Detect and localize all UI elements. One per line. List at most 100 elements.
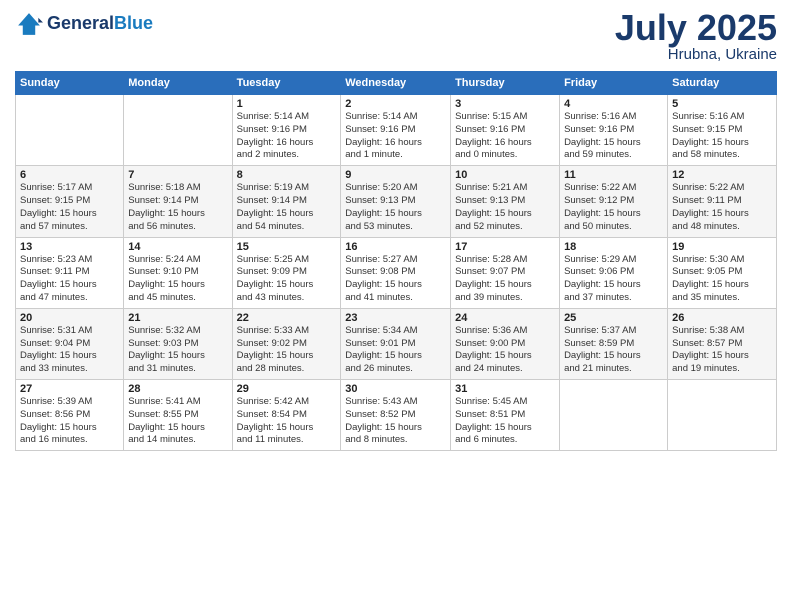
day-cell: 25Sunrise: 5:37 AM Sunset: 8:59 PM Dayli… [560,308,668,379]
day-detail: Sunrise: 5:45 AM Sunset: 8:51 PM Dayligh… [455,396,555,447]
day-detail: Sunrise: 5:25 AM Sunset: 9:09 PM Dayligh… [237,254,337,305]
day-number: 9 [345,169,446,181]
day-cell: 18Sunrise: 5:29 AM Sunset: 9:06 PM Dayli… [560,237,668,308]
day-detail: Sunrise: 5:18 AM Sunset: 9:14 PM Dayligh… [128,182,227,233]
day-number: 18 [564,241,663,253]
day-detail: Sunrise: 5:30 AM Sunset: 9:05 PM Dayligh… [672,254,772,305]
col-header-wednesday: Wednesday [341,72,451,95]
day-number: 12 [672,169,772,181]
day-number: 15 [237,241,337,253]
header: GeneralBlue July 2025 Hrubna, Ukraine [15,10,777,63]
day-detail: Sunrise: 5:23 AM Sunset: 9:11 PM Dayligh… [20,254,119,305]
logo-general: GeneralBlue [47,14,153,34]
day-cell: 1Sunrise: 5:14 AM Sunset: 9:16 PM Daylig… [232,95,341,166]
week-row-1: 1Sunrise: 5:14 AM Sunset: 9:16 PM Daylig… [16,95,777,166]
day-detail: Sunrise: 5:15 AM Sunset: 9:16 PM Dayligh… [455,111,555,162]
day-cell: 19Sunrise: 5:30 AM Sunset: 9:05 PM Dayli… [668,237,777,308]
day-detail: Sunrise: 5:37 AM Sunset: 8:59 PM Dayligh… [564,325,663,376]
day-cell: 29Sunrise: 5:42 AM Sunset: 8:54 PM Dayli… [232,380,341,451]
day-cell: 2Sunrise: 5:14 AM Sunset: 9:16 PM Daylig… [341,95,451,166]
day-detail: Sunrise: 5:33 AM Sunset: 9:02 PM Dayligh… [237,325,337,376]
day-number: 1 [237,98,337,110]
day-detail: Sunrise: 5:19 AM Sunset: 9:14 PM Dayligh… [237,182,337,233]
day-cell: 6Sunrise: 5:17 AM Sunset: 9:15 PM Daylig… [16,166,124,237]
day-number: 30 [345,383,446,395]
day-detail: Sunrise: 5:43 AM Sunset: 8:52 PM Dayligh… [345,396,446,447]
day-number: 28 [128,383,227,395]
day-cell: 24Sunrise: 5:36 AM Sunset: 9:00 PM Dayli… [451,308,560,379]
col-header-saturday: Saturday [668,72,777,95]
day-detail: Sunrise: 5:29 AM Sunset: 9:06 PM Dayligh… [564,254,663,305]
calendar-header: SundayMondayTuesdayWednesdayThursdayFrid… [16,72,777,95]
day-cell: 16Sunrise: 5:27 AM Sunset: 9:08 PM Dayli… [341,237,451,308]
day-number: 19 [672,241,772,253]
day-number: 20 [20,312,119,324]
day-detail: Sunrise: 5:22 AM Sunset: 9:11 PM Dayligh… [672,182,772,233]
day-cell: 4Sunrise: 5:16 AM Sunset: 9:16 PM Daylig… [560,95,668,166]
day-number: 25 [564,312,663,324]
week-row-2: 6Sunrise: 5:17 AM Sunset: 9:15 PM Daylig… [16,166,777,237]
week-row-5: 27Sunrise: 5:39 AM Sunset: 8:56 PM Dayli… [16,380,777,451]
day-cell: 27Sunrise: 5:39 AM Sunset: 8:56 PM Dayli… [16,380,124,451]
day-number: 26 [672,312,772,324]
day-number: 6 [20,169,119,181]
col-header-thursday: Thursday [451,72,560,95]
day-detail: Sunrise: 5:14 AM Sunset: 9:16 PM Dayligh… [237,111,337,162]
day-detail: Sunrise: 5:14 AM Sunset: 9:16 PM Dayligh… [345,111,446,162]
col-header-sunday: Sunday [16,72,124,95]
day-detail: Sunrise: 5:24 AM Sunset: 9:10 PM Dayligh… [128,254,227,305]
day-detail: Sunrise: 5:38 AM Sunset: 8:57 PM Dayligh… [672,325,772,376]
day-detail: Sunrise: 5:42 AM Sunset: 8:54 PM Dayligh… [237,396,337,447]
day-cell: 10Sunrise: 5:21 AM Sunset: 9:13 PM Dayli… [451,166,560,237]
day-detail: Sunrise: 5:22 AM Sunset: 9:12 PM Dayligh… [564,182,663,233]
week-row-3: 13Sunrise: 5:23 AM Sunset: 9:11 PM Dayli… [16,237,777,308]
day-cell: 3Sunrise: 5:15 AM Sunset: 9:16 PM Daylig… [451,95,560,166]
col-header-friday: Friday [560,72,668,95]
day-cell: 26Sunrise: 5:38 AM Sunset: 8:57 PM Dayli… [668,308,777,379]
day-detail: Sunrise: 5:32 AM Sunset: 9:03 PM Dayligh… [128,325,227,376]
day-detail: Sunrise: 5:16 AM Sunset: 9:15 PM Dayligh… [672,111,772,162]
day-number: 23 [345,312,446,324]
day-number: 22 [237,312,337,324]
month-title: July 2025 [615,10,777,46]
page: GeneralBlue July 2025 Hrubna, Ukraine Su… [0,0,792,612]
day-number: 8 [237,169,337,181]
day-cell [560,380,668,451]
day-cell: 11Sunrise: 5:22 AM Sunset: 9:12 PM Dayli… [560,166,668,237]
header-row: SundayMondayTuesdayWednesdayThursdayFrid… [16,72,777,95]
day-detail: Sunrise: 5:28 AM Sunset: 9:07 PM Dayligh… [455,254,555,305]
day-number: 11 [564,169,663,181]
logo-icon [15,10,43,38]
day-cell: 5Sunrise: 5:16 AM Sunset: 9:15 PM Daylig… [668,95,777,166]
location: Hrubna, Ukraine [615,46,777,63]
day-detail: Sunrise: 5:16 AM Sunset: 9:16 PM Dayligh… [564,111,663,162]
day-cell: 22Sunrise: 5:33 AM Sunset: 9:02 PM Dayli… [232,308,341,379]
day-number: 14 [128,241,227,253]
day-cell: 20Sunrise: 5:31 AM Sunset: 9:04 PM Dayli… [16,308,124,379]
day-cell: 9Sunrise: 5:20 AM Sunset: 9:13 PM Daylig… [341,166,451,237]
logo: GeneralBlue [15,10,153,38]
calendar: SundayMondayTuesdayWednesdayThursdayFrid… [15,71,777,451]
day-cell [668,380,777,451]
day-cell: 23Sunrise: 5:34 AM Sunset: 9:01 PM Dayli… [341,308,451,379]
day-cell [124,95,232,166]
day-number: 10 [455,169,555,181]
day-detail: Sunrise: 5:17 AM Sunset: 9:15 PM Dayligh… [20,182,119,233]
day-cell: 30Sunrise: 5:43 AM Sunset: 8:52 PM Dayli… [341,380,451,451]
col-header-tuesday: Tuesday [232,72,341,95]
day-detail: Sunrise: 5:41 AM Sunset: 8:55 PM Dayligh… [128,396,227,447]
day-number: 4 [564,98,663,110]
day-number: 31 [455,383,555,395]
day-cell: 13Sunrise: 5:23 AM Sunset: 9:11 PM Dayli… [16,237,124,308]
day-number: 27 [20,383,119,395]
day-detail: Sunrise: 5:34 AM Sunset: 9:01 PM Dayligh… [345,325,446,376]
day-number: 21 [128,312,227,324]
day-number: 16 [345,241,446,253]
day-cell: 15Sunrise: 5:25 AM Sunset: 9:09 PM Dayli… [232,237,341,308]
day-number: 13 [20,241,119,253]
day-number: 24 [455,312,555,324]
day-number: 17 [455,241,555,253]
day-cell [16,95,124,166]
day-number: 7 [128,169,227,181]
day-cell: 7Sunrise: 5:18 AM Sunset: 9:14 PM Daylig… [124,166,232,237]
